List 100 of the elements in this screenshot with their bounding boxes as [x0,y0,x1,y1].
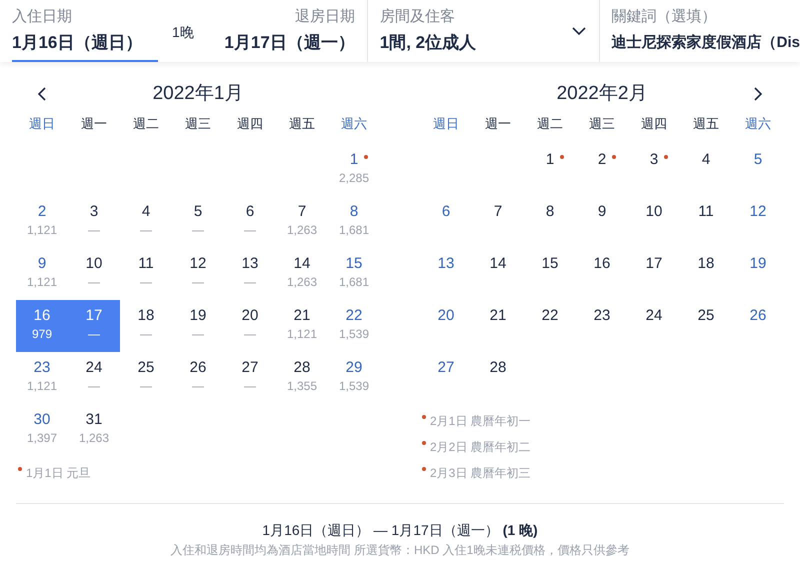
day-number: 7 [298,202,306,222]
day-number: 2 [598,150,606,170]
field-label: 入住日期 [12,8,72,26]
price-text: 979 [32,326,52,342]
price-text: — [192,274,204,290]
chevron-left-icon[interactable] [36,86,48,102]
weekday-label: 週日 [28,116,56,132]
month-title: 2022年2月 [556,82,648,106]
date-range-summary: 1月16日（週日） — 1月17日（週一） (1 晚) [262,521,538,540]
day-number: 6 [442,202,450,222]
price-text: 2,285 [338,170,370,186]
field-label: 退房日期 [294,8,355,26]
price-text: 1,121 [26,378,58,394]
holiday-note: 2月3日 農曆年初三 [430,465,531,482]
price-text: 1,355 [286,378,318,394]
weekday-label: 週一 [80,116,108,132]
price-text: — [244,222,256,238]
day-number: 15 [542,254,558,274]
day-number: 18 [698,254,714,274]
day-number: 4 [142,202,150,222]
price-text: — [140,326,152,342]
month-title: 2022年1月 [152,82,244,106]
price-text: 1,263 [78,430,110,446]
day-number: 27 [438,358,454,378]
weekday-label: 週一 [484,116,512,132]
day-number: 25 [138,358,154,378]
price-text: 1,263 [286,222,318,238]
field-value: 1間, 2位成人 [380,32,478,54]
chevron-right-icon[interactable] [752,86,764,102]
field-value: 1月16日（週日） [12,32,142,54]
weekday-label: 週五 [692,116,720,132]
weekday-label: 週六 [340,116,368,132]
price-text: 1,121 [26,274,58,290]
price-text: — [88,222,100,238]
day-number: 13 [438,254,454,274]
day-number: 5 [754,150,762,170]
weekday-label: 週三 [588,116,616,132]
date-cell[interactable]: 16 979 [16,300,68,352]
day-number: 19 [750,254,766,274]
day-number: 26 [750,306,766,326]
weekday-label: 週四 [236,116,264,132]
day-number: 3 [650,150,658,170]
price-text: 1,397 [26,430,58,446]
holiday-note: 2月2日 農曆年初二 [430,439,531,456]
price-text: — [244,378,256,394]
day-number: 17 [646,254,662,274]
nights-text: 1晚 [172,23,194,42]
day-number: 14 [490,254,506,274]
day-number: 26 [190,358,206,378]
day-number: 20 [438,306,454,326]
date-field[interactable]: 入住日期 1月16日（週日） [12,0,158,62]
day-number: 16 [34,306,50,326]
day-number: 27 [242,358,258,378]
day-number: 20 [242,306,258,326]
day-number: 9 [598,202,606,222]
price-text: — [244,274,256,290]
day-number: 2 [38,202,46,222]
day-number: 9 [38,254,46,274]
price-text: — [192,222,204,238]
day-number: 11 [698,202,714,222]
day-number: 28 [490,358,506,378]
price-text: — [88,326,100,342]
weekday-label: 週四 [640,116,668,132]
day-number: 29 [346,358,362,378]
price-text: 1,539 [338,378,370,394]
holiday-note: 2月1日 農曆年初一 [430,413,531,430]
date-cell[interactable]: 17 — [68,300,120,352]
day-number: 8 [350,202,358,222]
price-text: 1,121 [286,326,318,342]
weekday-label: 週六 [744,116,772,132]
weekday-label: 週日 [432,116,460,132]
price-text: — [88,378,100,394]
day-number: 14 [294,254,310,274]
day-number: 16 [594,254,610,274]
day-number: 10 [86,254,102,274]
field-value: 迪士尼探索家度假酒店（Dis [612,33,800,53]
day-number: 31 [86,410,102,430]
day-number: 17 [86,306,102,326]
day-number: 23 [594,306,610,326]
rooms-guests-field[interactable]: 房間及住客 1間, 2位成人 [368,0,600,62]
price-text: — [192,378,204,394]
price-text: — [244,326,256,342]
day-number: 30 [34,410,50,430]
price-text: — [140,274,152,290]
day-number: 28 [294,358,310,378]
price-note: 入住和退房時間均為酒店當地時間 所選貨幣：HKD 入住1晚未連税價格，價格只供參考 [170,542,630,558]
price-text: 1,539 [338,326,370,342]
chevron-down-icon [570,26,587,36]
day-number: 22 [346,306,362,326]
day-number: 23 [34,358,50,378]
keyword-field[interactable]: 關鍵詞（選填） 迪士尼探索家度假酒店（Dis [600,0,800,62]
day-number: 8 [546,202,554,222]
day-number: 18 [138,306,154,326]
day-number: 11 [138,254,154,274]
weekday-label: 週三 [184,116,212,132]
weekday-label: 週二 [536,116,564,132]
price-text: 1,681 [338,222,370,238]
day-number: 24 [646,306,662,326]
date-field[interactable]: 退房日期 1月17日（週一） [224,0,355,62]
day-number: 22 [542,306,558,326]
